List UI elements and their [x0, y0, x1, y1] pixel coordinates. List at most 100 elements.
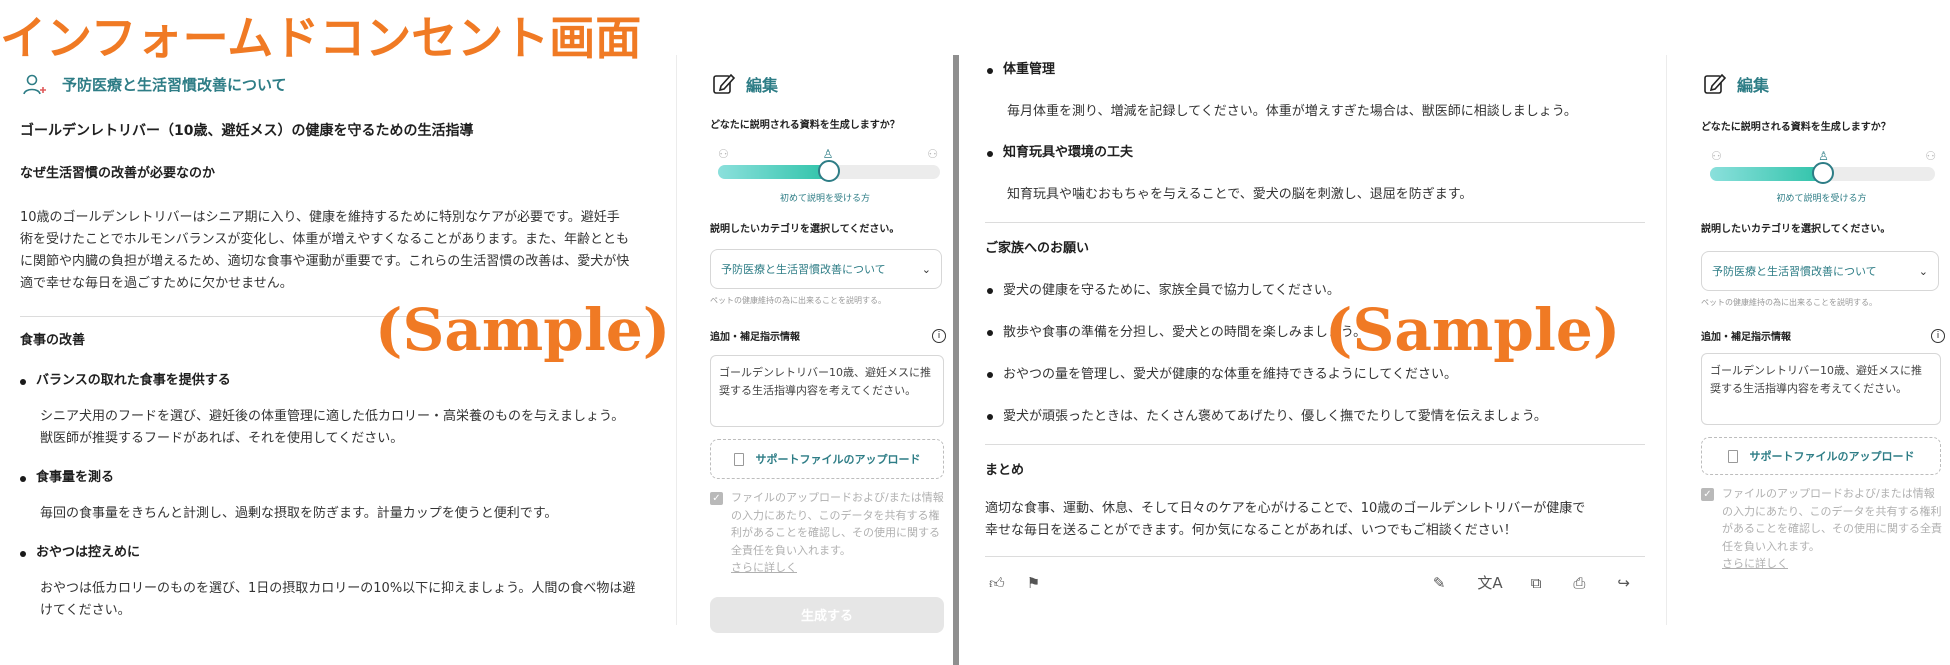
extra-header: 追加・補足指示情報 i: [1701, 328, 1945, 343]
learn-more-link[interactable]: さらに詳しく: [1722, 557, 1788, 570]
copy-icon[interactable]: ⧉: [1531, 571, 1542, 595]
chevron-down-icon: ⌄: [1918, 264, 1928, 278]
settings-panel-left: 編集 どなたに説明される資料を生成しますか？ ⚇ ♙ ⚇ 初めて説明を受ける方 …: [700, 60, 950, 633]
share-icon[interactable]: ↪: [1617, 571, 1630, 595]
category-question: 説明したいカテゴリを選択してください。: [710, 224, 900, 235]
list-item-text: おやつの量を管理し、愛犬が健康的な体重を維持できるようにしてください。: [1003, 366, 1457, 382]
list-item-title: 知育玩具や環境の工夫: [1003, 144, 1134, 160]
why-paragraph: 10歳のゴールデンレトリバーはシニア期に入り、健康を維持するために特別なケアが必…: [20, 207, 660, 295]
list-item-title: おやつは控えめに: [36, 545, 141, 561]
beginner-icon: ♙: [1818, 149, 1829, 163]
para-line: 10歳のゴールデンレトリバーはシニア期に入り、健康を維持するために特別なケアが必…: [20, 210, 620, 226]
action-bar: 👍︎ ⚑ ✎ 文A ⧉ ⎙ ↪: [985, 571, 1630, 595]
consent-row: ✓ ファイルのアップロードおよび/または情報の入力にあたり、このデータを共有する…: [710, 489, 946, 577]
extra-label: 追加・補足指示情報: [710, 332, 800, 343]
family-icon: ⚇: [1925, 149, 1936, 163]
topic-label: 予防医療と生活習慣改善について: [62, 76, 287, 94]
page-title: インフォームドコンセント画面: [0, 11, 642, 65]
para-line: 毎回の食事量をきちんと計測し、過剰な摂取を防ぎます。計量カップを使うと便利です。: [40, 506, 558, 522]
panel-separator: [676, 55, 677, 625]
extra-textarea[interactable]: ゴールデンレトリバー10歳、避妊メスに推奨する生活指導内容を考えてください。: [710, 355, 944, 427]
watermark-right: (Sample): [1325, 296, 1621, 364]
document-heading: ゴールデンレトリバー（10歳、避妊メス）の健康を守るための生活指導: [20, 123, 474, 139]
learn-more-link[interactable]: さらに詳しく: [731, 561, 797, 574]
list-item-body: 毎月体重を測り、増減を記録してください。体重が増えすぎた場合は、獣医師に相談しま…: [1007, 103, 1577, 119]
consent-checkbox[interactable]: ✓: [1701, 488, 1714, 501]
bullet-dot: [987, 329, 993, 336]
extra-textarea[interactable]: ゴールデンレトリバー10歳、避妊メスに推奨する生活指導内容を考えてください。: [1701, 353, 1941, 425]
info-icon[interactable]: i: [1931, 328, 1945, 343]
section-divider: [985, 221, 1645, 223]
slider-knob[interactable]: [818, 160, 840, 182]
consent-text: ファイルのアップロードおよび/または情報の入力にあたり、このデータを共有する権利…: [731, 491, 944, 557]
list-item: 知育玩具や環境の工夫: [987, 143, 1655, 164]
para-line: おやつは低カロリーのものを選び、1日の摂取カロリーの10%以下に抑えましょう。人…: [40, 581, 636, 597]
list-item-body: 知育玩具や噛むおもちゃを与えることで、愛犬の脳を刺激し、退屈を防ぎます。: [1007, 186, 1473, 202]
audience-slider-icons: ⚇ ♙ ⚇: [718, 147, 938, 161]
generate-button[interactable]: 生成する: [710, 596, 944, 633]
para-line: 適切な食事、運動、休息、そして日々のケアを心がけることで、10歳のゴールデンレト…: [985, 500, 1586, 516]
consent-checkbox[interactable]: ✓: [710, 492, 723, 505]
why-heading: なぜ生活習慣の改善が必要なのか: [20, 166, 216, 182]
section-divider: [985, 443, 1645, 445]
bullet-dot: [987, 371, 993, 378]
beginner-icon: ♙: [822, 147, 834, 161]
audience-question: どなたに説明される資料を生成しますか？: [1701, 122, 1891, 133]
audience-question: どなたに説明される資料を生成しますか？: [710, 120, 900, 131]
audience-slider[interactable]: [718, 160, 940, 182]
file-icon: [1727, 449, 1738, 463]
bullet-dot: [987, 287, 993, 294]
para-line: 術を受けたことでホルモンバランスが変化し、体重が増えやすくなることがあります。ま…: [20, 232, 630, 248]
bullet-dot: [20, 551, 26, 558]
print-icon[interactable]: ⎙: [1573, 571, 1585, 595]
audience-slider[interactable]: [1710, 162, 1935, 184]
list-item-text: 愛犬が頑張ったときは、たくさん褒めてあげたり、優しく撫でたりして愛情を伝えましょ…: [1003, 408, 1547, 424]
edit-icon: [713, 73, 736, 94]
category-hint: ペットの健康維持の為に出来ることを説明する。: [710, 296, 886, 305]
flag-icon[interactable]: ⚑: [1027, 571, 1040, 595]
para-line: シニア犬用のフードを選び、避妊後の体重管理に適した低カロリー・高栄養のものを与え…: [40, 409, 625, 425]
expert-icon: ⚇: [1711, 149, 1722, 163]
category-select[interactable]: 予防医療と生活習慣改善について ⌄: [710, 249, 942, 289]
list-item-title: 食事量を測る: [36, 470, 115, 486]
category-value: 予防医療と生活習慣改善について: [721, 263, 886, 276]
list-item-body: シニア犬用のフードを選び、避妊後の体重管理に適した低カロリー・高栄養のものを与え…: [40, 406, 660, 450]
edit-header: 編集: [712, 72, 950, 96]
summary-paragraph: 適切な食事、運動、休息、そして日々のケアを心がけることで、10歳のゴールデンレト…: [985, 498, 1655, 542]
category-hint: ペットの健康維持の為に出来ることを説明する。: [1701, 298, 1877, 307]
para-line: に関節や内臓の負担が増えるため、適切な食事や運動が重要です。これらの生活習慣の改…: [20, 254, 630, 270]
list-item: 体重管理: [987, 60, 1655, 81]
family-icon: ⚇: [927, 147, 938, 161]
category-question: 説明したいカテゴリを選択してください。: [1701, 224, 1891, 235]
para-line: 適で幸せな毎日を過ごすために欠かせません。: [20, 276, 293, 292]
list-item-text: 愛犬の健康を守るために、家族全員で協力してください。: [1003, 282, 1340, 298]
person-add-icon: [23, 74, 46, 95]
edit-label: 編集: [746, 76, 779, 95]
thumbs-up-icon[interactable]: 👍︎: [989, 571, 1005, 595]
summary-heading: まとめ: [985, 462, 1025, 478]
upload-button[interactable]: サポートファイルのアップロード: [710, 439, 944, 479]
list-item: バランスの取れた食事を提供する: [20, 371, 660, 392]
slider-fill: [1710, 167, 1823, 181]
list-item-title: 体重管理: [1003, 62, 1056, 77]
section-divider: [985, 555, 1645, 557]
list-item: おやつは控えめに: [20, 543, 660, 564]
list-item-body: おやつは低カロリーのものを選び、1日の摂取カロリーの10%以下に抑えましょう。人…: [40, 578, 660, 622]
panel-separator: [1666, 55, 1667, 625]
consent-text: ファイルのアップロードおよび/または情報の入力にあたり、このデータを共有する権利…: [1722, 487, 1942, 553]
settings-panel-right: 編集 どなたに説明される資料を生成しますか？ ⚇ ♙ ⚇ 初めて説明を受ける方 …: [1693, 60, 1950, 630]
info-icon[interactable]: i: [932, 328, 946, 343]
pencil-icon[interactable]: ✎: [1433, 571, 1446, 595]
slider-caption: 初めて説明を受ける方: [779, 194, 870, 204]
translate-icon[interactable]: 文A: [1477, 571, 1502, 595]
extra-header: 追加・補足指示情報 i: [710, 328, 946, 343]
para-line: 獣医師が推奨するフードがあれば、それを使用してください。: [40, 431, 404, 447]
category-select[interactable]: 予防医療と生活習慣改善について ⌄: [1701, 251, 1939, 291]
bullet-dot: [20, 379, 26, 386]
bullet-dot: [987, 413, 993, 420]
slider-knob[interactable]: [1811, 162, 1834, 184]
consent-text-block: ファイルのアップロードおよび/または情報の入力にあたり、このデータを共有する権利…: [731, 489, 946, 577]
watermark-left: (Sample): [375, 296, 671, 364]
upload-label: サポートファイルのアップロード: [1749, 450, 1915, 463]
upload-button[interactable]: サポートファイルのアップロード: [1701, 437, 1941, 475]
